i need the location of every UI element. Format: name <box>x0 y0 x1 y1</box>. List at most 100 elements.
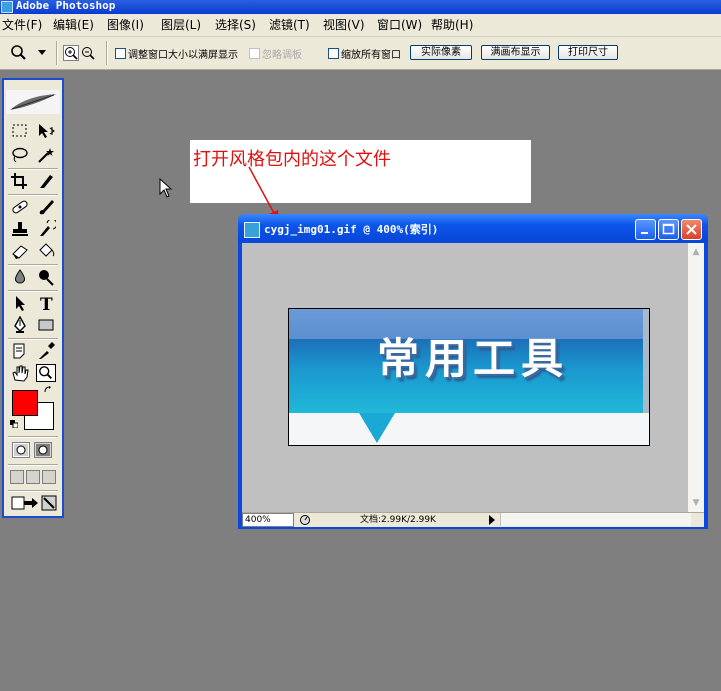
photoshop-icon <box>1 1 13 13</box>
scroll-down-arrow-icon[interactable]: ▼ <box>689 496 703 510</box>
scroll-up-arrow-icon[interactable]: ▲ <box>689 245 703 259</box>
svg-text:T: T <box>40 295 53 312</box>
pen-tool-icon[interactable] <box>10 316 30 334</box>
ignore-palettes-label: 忽略调板 <box>262 50 302 61</box>
marquee-tool-icon[interactable] <box>10 122 30 140</box>
app-title-bar: Adobe Photoshop <box>0 0 721 14</box>
menu-bar: 文件(F) 编辑(E) 图像(I) 图层(L) 选择(S) 滤镜(T) 视图(V… <box>0 14 721 37</box>
paint-bucket-tool-icon[interactable] <box>36 242 56 260</box>
close-button[interactable] <box>681 219 702 240</box>
document-title: cygj_img01.gif @ 400%(索引) <box>264 223 439 236</box>
magic-wand-tool-icon[interactable] <box>36 146 56 164</box>
vertical-scrollbar[interactable]: ▲ ▼ <box>688 243 704 512</box>
tool-separator <box>8 264 58 266</box>
maximize-button[interactable] <box>658 219 679 240</box>
healing-brush-tool-icon[interactable] <box>10 198 30 216</box>
swap-colors-icon[interactable] <box>44 386 52 394</box>
crop-tool-icon[interactable] <box>10 172 30 190</box>
zoom-tool-icon[interactable] <box>36 364 56 382</box>
maximize-icon <box>662 223 675 235</box>
tool-separator <box>8 290 58 292</box>
status-preview-icon[interactable] <box>298 514 312 526</box>
print-size-button[interactable]: 打印尺寸 <box>558 45 618 60</box>
menu-window[interactable]: 窗口(W) <box>377 17 422 33</box>
zoom-out-icon[interactable] <box>80 45 96 61</box>
menu-select[interactable]: 选择(S) <box>215 17 256 33</box>
type-tool-icon[interactable]: T <box>36 294 56 312</box>
history-brush-tool-icon[interactable] <box>36 220 56 238</box>
zoom-level-field[interactable]: 400% <box>242 513 294 527</box>
options-bar: 调整窗口大小以满屏显示 忽略调板 缩放所有窗口 实际像素 满画布显示 打印尺寸 <box>0 37 721 70</box>
menu-filter[interactable]: 滤镜(T) <box>269 17 310 33</box>
clone-stamp-tool-icon[interactable] <box>10 220 30 238</box>
close-icon <box>686 224 697 235</box>
tool-separator <box>8 436 58 438</box>
menu-file[interactable]: 文件(F) <box>2 17 42 33</box>
annotation-text: 打开风格包内的这个文件 <box>193 149 391 170</box>
image-title-text: 常用工具 <box>376 334 569 383</box>
imageready-icon[interactable] <box>40 494 60 512</box>
tool-separator <box>8 464 58 466</box>
zoom-all-windows-label: 缩放所有窗口 <box>341 50 401 61</box>
tool-separator <box>8 490 58 492</box>
tool-separator <box>8 168 58 170</box>
feather-logo-icon[interactable] <box>6 90 60 114</box>
actual-pixels-button[interactable]: 实际像素 <box>410 45 472 60</box>
default-colors-icon[interactable] <box>10 420 18 428</box>
minimize-button[interactable] <box>635 219 656 240</box>
ignore-palettes-checkbox <box>249 48 260 59</box>
standard-mode-button[interactable] <box>12 442 30 458</box>
status-bar: 400% 文档:2.99K/2.99K <box>242 512 704 527</box>
move-tool-icon[interactable] <box>36 122 56 140</box>
dodge-tool-icon[interactable] <box>36 268 56 286</box>
minimize-icon <box>641 232 648 234</box>
menu-edit[interactable]: 编辑(E) <box>53 17 94 33</box>
image-edge <box>643 309 649 413</box>
document-image[interactable]: 常用工具 <box>288 308 650 446</box>
hand-tool-icon[interactable] <box>10 364 30 382</box>
eraser-tool-icon[interactable] <box>10 242 30 260</box>
brush-tool-icon[interactable] <box>36 198 56 216</box>
document-window: cygj_img01.gif @ 400%(索引) 常用工具 ▲ ▼ 400% … <box>238 214 708 529</box>
menu-layer[interactable]: 图层(L) <box>161 17 201 33</box>
jump-to-imageready-icon[interactable] <box>10 494 40 512</box>
quick-mask-icon <box>36 444 50 456</box>
horizontal-scrollbar[interactable] <box>500 513 691 526</box>
full-screen-mode-button[interactable] <box>42 470 56 484</box>
foreground-color-swatch[interactable] <box>12 390 38 416</box>
resize-windows-checkbox[interactable] <box>115 48 126 59</box>
zoom-in-icon[interactable] <box>63 45 79 61</box>
menu-help[interactable]: 帮助(H) <box>431 17 473 33</box>
mouse-pointer-icon <box>159 178 173 198</box>
notes-tool-icon[interactable] <box>10 342 30 360</box>
options-separator <box>106 41 108 65</box>
toolbox: T <box>2 78 64 518</box>
document-title-bar[interactable]: cygj_img01.gif @ 400%(索引) <box>238 214 708 242</box>
app-title: Adobe Photoshop <box>16 0 116 12</box>
standard-screen-mode-button[interactable] <box>10 470 24 484</box>
zoom-all-windows-checkbox[interactable] <box>328 48 339 59</box>
document-size-info: 文档:2.99K/2.99K <box>360 515 436 525</box>
fit-on-screen-button[interactable]: 满画布显示 <box>481 45 550 60</box>
tool-separator <box>8 338 58 340</box>
lasso-tool-icon[interactable] <box>10 146 30 164</box>
document-icon <box>244 222 260 238</box>
tool-separator <box>8 194 58 196</box>
canvas-area[interactable]: 常用工具 <box>242 243 688 512</box>
image-bottom <box>289 413 649 445</box>
options-separator <box>56 41 58 65</box>
slice-tool-icon[interactable] <box>36 172 56 190</box>
full-screen-menu-mode-button[interactable] <box>26 470 40 484</box>
image-pointer-shape <box>359 413 395 443</box>
zoom-tool-icon[interactable] <box>10 45 28 61</box>
blur-tool-icon[interactable] <box>10 268 30 286</box>
path-selection-tool-icon[interactable] <box>10 294 30 312</box>
rectangle-shape-tool-icon[interactable] <box>36 316 56 334</box>
menu-view[interactable]: 视图(V) <box>323 17 365 33</box>
menu-image[interactable]: 图像(I) <box>107 17 144 33</box>
tool-preset-dropdown-icon[interactable] <box>38 50 46 56</box>
resize-windows-label: 调整窗口大小以满屏显示 <box>128 50 238 61</box>
status-menu-arrow-icon[interactable] <box>488 515 496 525</box>
quick-mask-mode-button[interactable] <box>34 442 52 458</box>
eyedropper-tool-icon[interactable] <box>36 342 56 360</box>
